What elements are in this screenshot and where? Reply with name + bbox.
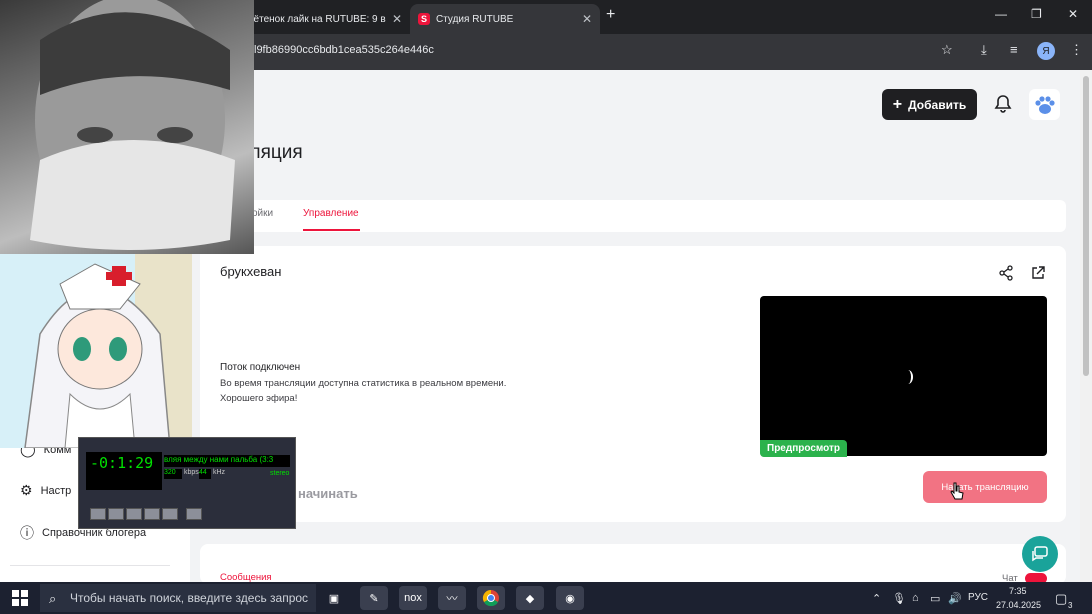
close-icon[interactable]: ✕: [392, 12, 402, 26]
sidebar-item-label: Настр: [40, 484, 72, 497]
stream-status-wish: Хорошего эфира!: [220, 393, 298, 404]
tray-chevron-icon[interactable]: ⌃: [872, 592, 881, 605]
clock-time[interactable]: 7:35: [1009, 586, 1027, 596]
notifications-count: 3: [1068, 601, 1073, 610]
browser-tab-rutube-studio[interactable]: S Студия RUTUBE ✕: [410, 4, 600, 34]
volume-icon[interactable]: 🔊: [948, 592, 962, 605]
clock-date[interactable]: 27.04.2025: [996, 600, 1041, 610]
winamp-kbps-label: kbps: [184, 469, 199, 476]
winamp-track-title: вляя между нами пальба (3:3: [164, 455, 290, 467]
notifications-icon[interactable]: ▢: [1055, 591, 1067, 607]
audio-app-icon[interactable]: 〰: [438, 586, 466, 610]
add-button-label: Добавить: [908, 97, 967, 112]
chrome-icon[interactable]: [477, 586, 505, 610]
tablet-app-icon[interactable]: ✎: [360, 586, 388, 610]
winamp-time-display: -0:1:29: [86, 452, 162, 490]
taskbar-search-input[interactable]: Чтобы начать поиск, введите здесь запрос: [40, 584, 316, 612]
scrollbar-thumb[interactable]: [1083, 76, 1089, 376]
winamp-kbps: 320: [164, 469, 182, 479]
microphone-icon[interactable]: 🎙: [892, 592, 906, 605]
chat-card: [200, 544, 1066, 584]
tab-title: рётенок лайк на RUTUBE: 9 ви: [248, 13, 386, 25]
preview-badge: Предпросмотр: [760, 440, 848, 457]
gear-icon: ⚙: [20, 482, 33, 498]
plus-icon: +: [892, 95, 903, 113]
tab-management[interactable]: Управление: [303, 208, 359, 219]
tab-settings[interactable]: ойки: [252, 208, 273, 219]
obs-icon[interactable]: ◉: [556, 586, 584, 610]
begin-text: начинать: [298, 486, 358, 501]
rutube-favicon-icon: S: [418, 13, 430, 25]
minimize-icon[interactable]: —: [995, 7, 1007, 21]
network-icon[interactable]: ⌂: [912, 592, 919, 604]
winamp-khz: 44: [199, 469, 211, 479]
winamp-mode: stereo: [270, 470, 290, 477]
search-icon: ⌕: [49, 591, 57, 606]
tab-title: Студия RUTUBE: [436, 13, 514, 25]
url-text[interactable]: l9fb86990cc6bdb1cea535c264e446c: [254, 44, 434, 56]
language-indicator[interactable]: РУС: [968, 592, 988, 603]
browser-tab-rutube-video[interactable]: рётенок лайк на RUTUBE: 9 ви ✕: [240, 4, 410, 34]
close-window-icon[interactable]: ✕: [1068, 7, 1078, 21]
sidebar-divider: [10, 565, 170, 566]
winamp-prev-button[interactable]: [90, 508, 106, 520]
support-chat-button[interactable]: [1022, 536, 1058, 572]
winamp-khz-label: kHz: [213, 469, 226, 476]
task-view-icon[interactable]: ▣: [320, 586, 348, 610]
download-icon[interactable]: ⤓: [981, 42, 987, 58]
winamp-stop-button[interactable]: [144, 508, 160, 520]
playlist-icon[interactable]: ≡: [1010, 42, 1018, 57]
stream-name: брукхеван: [220, 264, 282, 279]
webcam-overlay: [0, 0, 254, 254]
nox-app-icon[interactable]: nox: [399, 586, 427, 610]
winamp-next-button[interactable]: [162, 508, 178, 520]
bookmark-star-icon[interactable]: ☆: [941, 42, 953, 58]
sidebar-item-settings[interactable]: ⚙ Настр: [20, 482, 71, 499]
start-stream-button[interactable]: Начать трансляцию: [923, 471, 1047, 503]
menu-dots-icon[interactable]: ⋮: [1070, 42, 1083, 58]
search-placeholder: Чтобы начать поиск, введите здесь запрос: [70, 591, 309, 605]
share-icon[interactable]: [998, 265, 1014, 286]
vtuber-avatar-overlay: [0, 254, 192, 448]
paw-icon: [1034, 95, 1055, 114]
chat-bubble-icon: [1032, 546, 1048, 562]
info-icon: ⓘ: [20, 525, 34, 541]
close-icon[interactable]: ✕: [582, 12, 592, 26]
display-icon[interactable]: ▭: [930, 592, 940, 605]
winamp-eject-button[interactable]: [186, 508, 202, 520]
profile-avatar[interactable]: Я: [1037, 42, 1055, 60]
add-button[interactable]: + Добавить: [882, 89, 977, 120]
winamp-play-button[interactable]: [108, 508, 124, 520]
channel-avatar[interactable]: [1029, 89, 1060, 120]
hand-cursor-icon: [950, 481, 964, 506]
active-tab-indicator: [303, 229, 360, 231]
bell-icon[interactable]: [994, 94, 1012, 119]
new-tab-icon[interactable]: +: [606, 6, 615, 24]
restore-icon[interactable]: ❐: [1031, 7, 1042, 21]
open-external-icon[interactable]: [1030, 265, 1046, 286]
stream-status-description: Во время трансляции доступна статистика …: [220, 378, 507, 389]
loading-spinner-icon: [903, 370, 913, 384]
roblox-icon[interactable]: ◆: [516, 586, 544, 610]
stream-status-title: Поток подключен: [220, 362, 301, 373]
winamp-pause-button[interactable]: [126, 508, 142, 520]
windows-start-icon[interactable]: [12, 590, 28, 606]
